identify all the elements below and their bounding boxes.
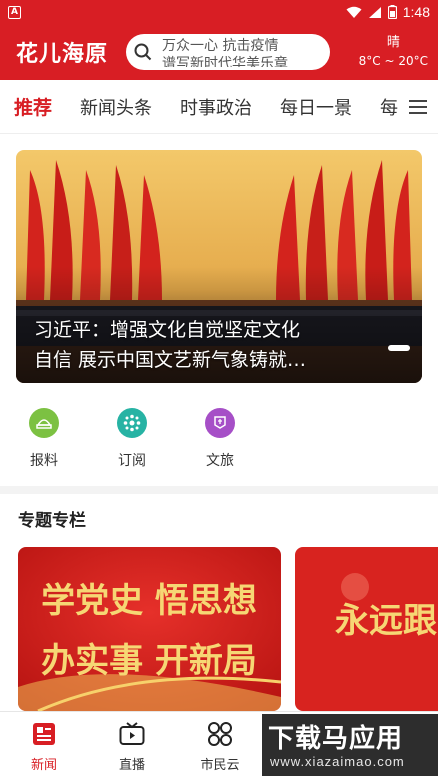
- subscribe-icon: [117, 408, 147, 438]
- quick-link-subscribe[interactable]: 订阅: [88, 396, 176, 476]
- topic-text-line1: 学党史 悟思想: [41, 581, 257, 621]
- search-icon: [134, 43, 152, 61]
- banner-caption-line1: 习近平：增强文化自觉坚定文化: [34, 319, 301, 341]
- tab-politics[interactable]: 时事政治: [180, 94, 252, 120]
- topic-image: 永远跟: [295, 547, 438, 711]
- nav-label: 新闻: [30, 758, 57, 773]
- category-tabs: 推荐 新闻头条 时事政治 每日一景 每: [0, 80, 438, 134]
- signal-icon: [368, 6, 381, 18]
- tab-recommend[interactable]: 推荐: [14, 93, 52, 120]
- nav-label: 市民云: [200, 758, 240, 773]
- culture-travel-icon: [205, 408, 235, 438]
- nav-citizen-cloud[interactable]: 市民云: [176, 712, 264, 776]
- quick-link-culture-travel[interactable]: 文旅: [176, 396, 264, 476]
- search-bar[interactable]: 万众一心 抗击疫情 谱写新时代华美乐章: [126, 34, 331, 70]
- cloud-grid-icon: [206, 720, 234, 748]
- weather-widget[interactable]: 晴 8°C ~ 20°C: [359, 35, 428, 69]
- battery-icon: [387, 5, 397, 19]
- quick-link-report[interactable]: 报料: [0, 396, 88, 476]
- nav-label: 直播: [118, 758, 145, 773]
- app-notification-icon: A: [8, 5, 21, 19]
- section-divider: [0, 486, 438, 494]
- tv-icon: [118, 720, 146, 748]
- tab-daily-scene[interactable]: 每日一景: [280, 94, 352, 120]
- carousel-indicator[interactable]: [388, 345, 410, 351]
- watermark-main: 下载马应用: [268, 724, 404, 754]
- topic-card[interactable]: 学党史 悟思想 办实事 开新局: [18, 547, 281, 711]
- weather-temperature: 8°C ~ 20°C: [358, 54, 428, 68]
- quick-links: 报料 订阅 文旅: [0, 396, 438, 476]
- section-title: 专题专栏: [18, 511, 86, 531]
- weather-condition: 晴: [386, 35, 400, 50]
- status-time: 1:48: [402, 4, 430, 20]
- search-hint: 万众一心 抗击疫情 谱写新时代华美乐章: [162, 37, 288, 67]
- search-hint-line2: 谱写新时代华美乐章: [162, 56, 289, 67]
- nav-live[interactable]: 直播: [88, 712, 176, 776]
- topic-card[interactable]: 永远跟: [295, 547, 438, 711]
- wifi-icon: [346, 6, 362, 18]
- watermark: 下载马应用 www.xiazaimao.com: [262, 714, 438, 776]
- nav-news[interactable]: 新闻: [0, 712, 88, 776]
- headline-banner[interactable]: 习近平：增强文化自觉坚定文化 自信 展示中国文艺新气象铸就…: [16, 150, 422, 383]
- banner-caption-line2: 自信 展示中国文艺新气象铸就…: [34, 349, 307, 371]
- report-icon: [29, 408, 59, 438]
- tab-more-partial[interactable]: 每: [380, 94, 398, 120]
- app-logo: 花儿海原: [16, 42, 109, 67]
- topic-image: 学党史 悟思想 办实事 开新局: [18, 547, 281, 711]
- topic-text-line1: 永远跟: [335, 601, 437, 641]
- status-bar: A 1:48: [0, 0, 438, 24]
- banner-caption: 习近平：增强文化自觉坚定文化 自信 展示中国文艺新气象铸就…: [34, 315, 354, 375]
- menu-icon[interactable]: [398, 80, 438, 133]
- watermark-sub: www.xiazaimao.com: [270, 754, 405, 769]
- search-hint-line1: 万众一心 抗击疫情: [162, 38, 279, 54]
- quick-link-label: 订阅: [118, 453, 146, 469]
- tab-headlines[interactable]: 新闻头条: [80, 94, 152, 120]
- quick-link-label: 报料: [30, 453, 58, 469]
- news-icon: [30, 720, 58, 748]
- topic-text-line2: 办实事 开新局: [41, 641, 257, 681]
- quick-link-label: 文旅: [206, 453, 234, 469]
- app-header: 花儿海原 万众一心 抗击疫情 谱写新时代华美乐章 晴 8°C ~ 20°C: [0, 24, 438, 80]
